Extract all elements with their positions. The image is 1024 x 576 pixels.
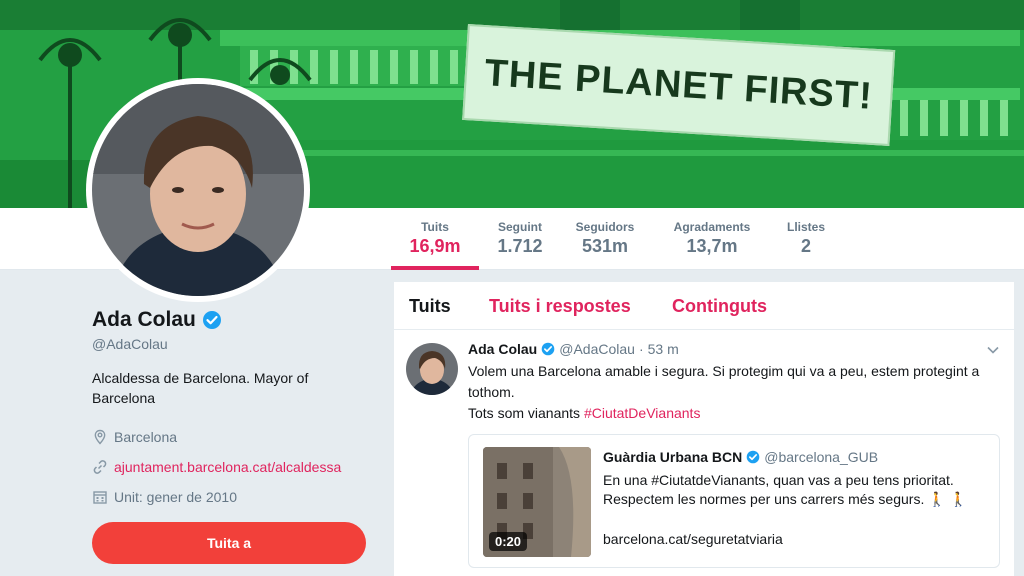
video-thumbnail[interactable]: 0:20: [483, 447, 591, 557]
profile-location: Barcelona: [92, 426, 372, 448]
profile-joined: Unit: gener de 2010: [92, 486, 372, 508]
calendar-icon: [93, 491, 107, 504]
card-author-name[interactable]: Guàrdia Urbana BCN: [603, 449, 742, 465]
card-header: Guàrdia Urbana BCN @barcelona_GUB: [603, 449, 878, 465]
website-link[interactable]: ajuntament.barcelona.cat/alcaldessa: [114, 459, 341, 475]
stat-following[interactable]: Seguint 1.712: [492, 220, 548, 257]
profile-sidebar: Ada Colau @AdaColau Alcaldessa de Barcel…: [92, 308, 372, 564]
tweet-timestamp[interactable]: 53 m: [648, 341, 679, 357]
tab-media[interactable]: Continguts: [672, 296, 767, 317]
card-author-handle[interactable]: @barcelona_GUB: [764, 449, 878, 465]
tweet-to-button[interactable]: Tuita a: [92, 522, 366, 564]
location-pin-icon: [94, 429, 106, 445]
tweet-author-name[interactable]: Ada Colau: [468, 341, 537, 357]
tweet-item[interactable]: Ada Colau @AdaColau · 53 m Volem una Bar…: [394, 331, 1014, 576]
link-icon: [93, 460, 107, 474]
stat-label: Seguidors: [575, 220, 635, 234]
separator-dot: ·: [638, 341, 644, 357]
card-link[interactable]: barcelona.cat/seguretatviaria: [603, 531, 783, 547]
stat-likes[interactable]: Agradaments 13,7m: [666, 220, 758, 257]
stat-value: 16,9m: [409, 236, 461, 256]
chevron-down-icon[interactable]: [986, 343, 1000, 357]
active-tab-indicator: [391, 266, 479, 270]
stat-value: 531m: [581, 236, 629, 256]
profile-avatar[interactable]: [86, 78, 310, 302]
banner-sign-text: THE PLANET FIRST!: [483, 51, 874, 118]
stat-lists[interactable]: Llistes 2: [784, 220, 828, 257]
timeline: Tuits Tuits i respostes Continguts Ada C…: [394, 282, 1014, 576]
tweet-header: Ada Colau @AdaColau · 53 m: [468, 341, 679, 357]
profile-bio: Alcaldessa de Barcelona. Mayor of Barcel…: [92, 370, 309, 406]
stat-label: Tuits: [421, 220, 449, 234]
video-duration: 0:20: [489, 532, 528, 551]
timeline-tabs: Tuits Tuits i respostes Continguts: [394, 282, 1014, 330]
tab-tweets[interactable]: Tuits: [409, 296, 451, 317]
verified-badge-icon: [202, 311, 221, 329]
location-text: Barcelona: [114, 429, 178, 445]
stat-value: 1.712: [497, 236, 543, 256]
stat-followers[interactable]: Seguidors 531m: [570, 220, 640, 257]
stat-label: Agradaments: [673, 220, 751, 234]
stat-value: 13,7m: [686, 236, 738, 256]
stat-label: Llistes: [786, 220, 825, 234]
tweet-text: Volem una Barcelona amable i segura. Si …: [468, 363, 980, 400]
verified-badge-icon: [746, 450, 760, 464]
stat-label: Seguint: [498, 220, 542, 234]
profile-handle[interactable]: @AdaColau: [92, 336, 372, 352]
tweet-text-line2: Tots som vianants #CiutatDeVianants: [468, 403, 700, 424]
tab-tweets-and-replies[interactable]: Tuits i respostes: [489, 296, 631, 317]
tweet-avatar[interactable]: [406, 343, 458, 395]
profile-name-row: Ada Colau: [92, 308, 372, 332]
profile-name[interactable]: Ada Colau: [92, 308, 196, 332]
joined-text: Unit: gener de 2010: [114, 489, 237, 505]
quoted-tweet-card[interactable]: 0:20 Guàrdia Urbana BCN @barcelona_GUB E…: [468, 434, 1000, 568]
stat-tweets[interactable]: Tuits 16,9m: [391, 220, 479, 270]
avatar-photo: [92, 84, 304, 296]
hashtag-link[interactable]: #CiutatDeVianants: [584, 405, 700, 421]
tweet-text-part: Tots som vianants: [468, 405, 581, 421]
stat-value: 2: [800, 236, 811, 256]
card-text: En una #CiutatdeVianants, quan vas a peu…: [603, 472, 967, 507]
verified-badge-icon: [541, 342, 555, 356]
profile-website: ajuntament.barcelona.cat/alcaldessa: [92, 456, 372, 478]
tweet-author-handle[interactable]: @AdaColau: [559, 341, 635, 357]
